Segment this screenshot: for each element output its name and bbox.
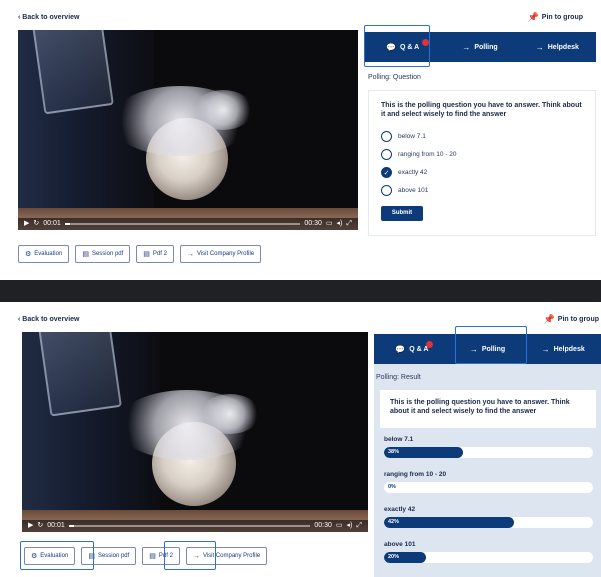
result-item: below 7.1 38% (384, 436, 593, 458)
evaluation-button[interactable]: ⚙ Evaluation (18, 245, 70, 263)
pin-icon: 📌 (543, 314, 555, 324)
poll-option[interactable]: ranging from 10 - 20 (381, 146, 583, 164)
glass-image (38, 332, 122, 417)
pin-to-group-link[interactable]: 📌 Pin to group (544, 314, 599, 325)
pdf2-button[interactable]: ▤ Pdf 2 (142, 547, 180, 565)
result-bar: 20% (384, 552, 593, 563)
poll-options: below 7.1 ranging from 10 - 20 ✓ exactly … (381, 128, 583, 200)
tab-helpdesk[interactable]: → Helpdesk (519, 32, 596, 62)
back-to-overview-link[interactable]: ‹ Back to overview (18, 316, 79, 323)
fullscreen-icon[interactable]: ⤢ (346, 218, 352, 230)
notification-badge (422, 39, 429, 46)
video-player[interactable]: ▶ ↻ 00:01 00:30 ▭ ◂) ⤢ (18, 30, 358, 230)
result-item: above 101 20% (384, 541, 593, 563)
play-icon[interactable]: ▶ (24, 218, 29, 230)
poll-result-area: Polling: Result This is the polling ques… (374, 364, 601, 577)
pin-to-group-link[interactable]: 📌 Pin to group (528, 12, 583, 23)
arrow-right-icon: → (186, 250, 194, 258)
arrow-right-icon: → (462, 42, 471, 52)
radio-icon[interactable] (381, 131, 392, 143)
document-icon: ▤ (143, 251, 150, 258)
result-bar: 42% (384, 517, 593, 528)
tab-polling[interactable]: → Polling (441, 32, 518, 62)
video-time-current: 00:01 (43, 220, 61, 227)
result-percent: 0% (388, 484, 396, 490)
radio-icon[interactable] (381, 185, 392, 197)
tab-qa[interactable]: 💬 Q & A (364, 32, 441, 62)
video-time-total: 00:30 (304, 220, 322, 227)
volume-icon[interactable]: ◂) (347, 520, 353, 532)
document-icon: ▤ (149, 553, 156, 560)
divider (0, 280, 601, 302)
video-controls: ▶ ↻ 00:01 00:30 ▭ ◂) ⤢ (22, 520, 368, 532)
poll-option[interactable]: above 101 (381, 182, 583, 200)
poll-question-text: This is the polling question you have to… (390, 399, 570, 416)
result-bar: 38% (384, 447, 593, 458)
radio-icon[interactable] (381, 149, 392, 161)
back-to-overview-link[interactable]: ‹ Back to overview (18, 14, 79, 21)
play-icon[interactable]: ▶ (28, 520, 33, 532)
captions-icon[interactable]: ▭ (326, 218, 333, 230)
video-time-current: 00:01 (47, 522, 65, 529)
section-title: Polling: Question (368, 74, 421, 81)
arrow-right-icon: → (535, 42, 544, 52)
result-item: exactly 42 42% (384, 506, 593, 528)
chat-icon: 💬 (395, 344, 406, 354)
document-icon: ▤ (82, 251, 89, 258)
arrow-right-icon: → (541, 344, 550, 354)
chat-icon: 💬 (386, 42, 397, 52)
gear-icon: ⚙ (25, 251, 32, 258)
radio-checked-icon[interactable]: ✓ (381, 167, 392, 179)
visit-company-profile-button[interactable]: → Visit Company Profile (179, 245, 262, 263)
poll-option[interactable]: ✓ exactly 42 (381, 164, 583, 182)
tab-qa[interactable]: 💬 Q & A (374, 334, 450, 364)
result-percent: 42% (388, 519, 400, 525)
video-controls: ▶ ↻ 00:01 00:30 ▭ ◂) ⤢ (18, 218, 358, 230)
sidebar-tabs: 💬 Q & A → Polling → Helpdesk (364, 32, 596, 62)
video-progress-bar[interactable] (68, 525, 311, 527)
session-pdf-button[interactable]: ▤ Session pdf (75, 245, 131, 263)
captions-icon[interactable]: ▭ (336, 520, 343, 532)
tab-polling[interactable]: → Polling (450, 334, 526, 364)
arrow-right-icon: → (192, 552, 200, 560)
glass-image (32, 30, 114, 115)
sidebar-tabs: 💬 Q & A → Polling → Helpdesk (374, 334, 601, 364)
poll-option[interactable]: below 7.1 (381, 128, 583, 146)
evaluation-button[interactable]: ⚙ Evaluation (24, 547, 76, 565)
arrow-right-icon: → (469, 344, 478, 354)
section-title: Polling: Result (376, 374, 421, 381)
pin-icon: 📌 (527, 12, 539, 22)
panel-poll-result: ‹ Back to overview 📌 Pin to group ▶ ↻ 00… (0, 302, 601, 577)
resource-buttons: ⚙ Evaluation ▤ Session pdf ▤ Pdf 2 → Visit C… (24, 547, 268, 565)
visit-company-profile-button[interactable]: → Visit Company Profile (185, 547, 268, 565)
poll-question-card: This is the polling question you have to… (380, 390, 596, 428)
volume-icon[interactable]: ◂) (337, 218, 343, 230)
session-pdf-button[interactable]: ▤ Session pdf (81, 547, 137, 565)
replay-icon[interactable]: ↻ (33, 218, 39, 230)
video-time-total: 00:30 (314, 522, 332, 529)
poll-question-card: This is the polling question you have to… (368, 90, 596, 236)
document-icon: ▤ (88, 553, 95, 560)
video-player[interactable]: ▶ ↻ 00:01 00:30 ▭ ◂) ⤢ (22, 332, 368, 532)
result-percent: 38% (388, 449, 400, 455)
tab-helpdesk[interactable]: → Helpdesk (525, 334, 601, 364)
result-bar: 0% (384, 482, 593, 493)
gear-icon: ⚙ (31, 553, 38, 560)
submit-button[interactable]: Submit (381, 205, 423, 221)
result-item: ranging from 10 - 20 0% (384, 471, 593, 493)
result-percent: 20% (388, 554, 400, 560)
pdf2-button[interactable]: ▤ Pdf 2 (136, 245, 174, 263)
panel-poll-question: ‹ Back to overview 📌 Pin to group ▶ ↻ 00… (0, 0, 601, 280)
replay-icon[interactable]: ↻ (37, 520, 43, 532)
video-progress-bar[interactable] (64, 223, 301, 225)
notification-badge (426, 341, 433, 348)
fullscreen-icon[interactable]: ⤢ (356, 520, 362, 532)
resource-buttons: ⚙ Evaluation ▤ Session pdf ▤ Pdf 2 → Visit C… (18, 245, 262, 263)
poll-question-text: This is the polling question you have to… (381, 102, 582, 119)
